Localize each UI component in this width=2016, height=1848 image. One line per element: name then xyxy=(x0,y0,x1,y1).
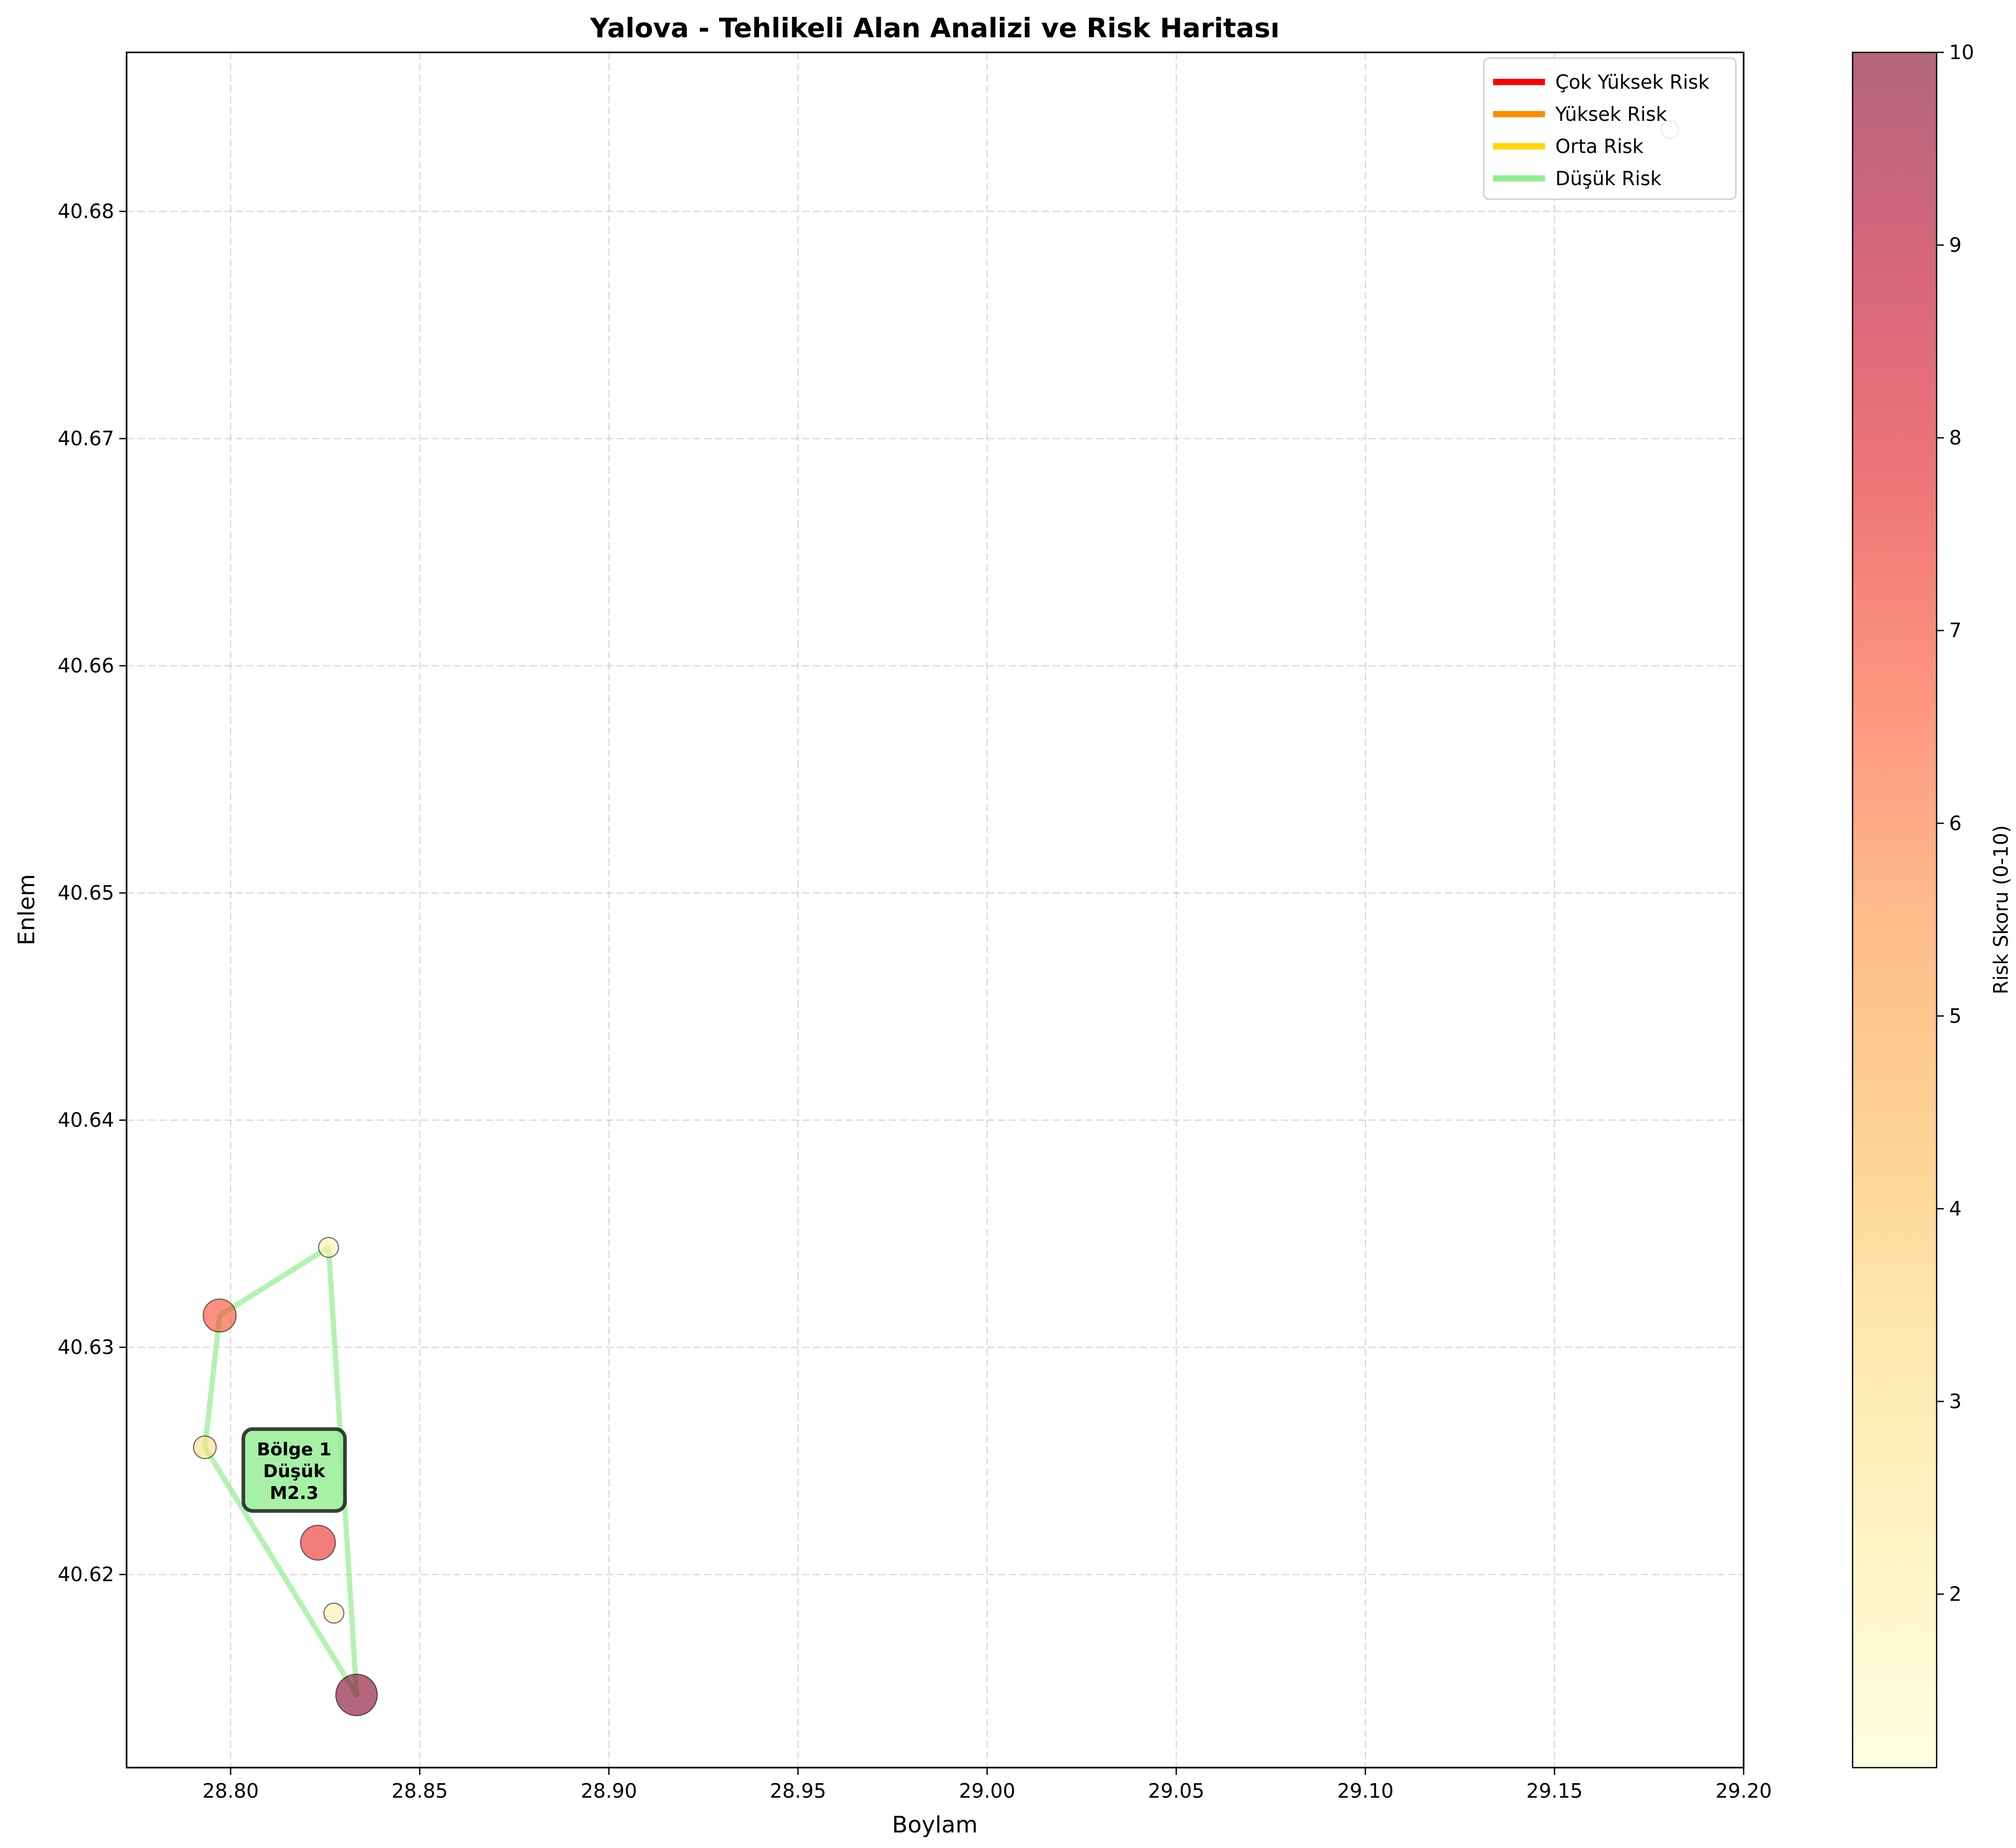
legend-label: Düşük Risk xyxy=(1555,168,1662,190)
y-tick-label: 40.65 xyxy=(58,882,114,905)
legend-label: Yüksek Risk xyxy=(1555,103,1667,126)
x-tick-label: 28.95 xyxy=(770,1780,826,1802)
x-axis-ticks: 28.80 28.85 28.90 28.95 29.00 29.05 29.10 29.15… xyxy=(202,1768,1772,1802)
risk-point xyxy=(193,1435,217,1460)
colorbar: 2 3 4 5 6 7 8 9 10 Risk Skoru (0-10) xyxy=(1852,41,2012,1769)
y-tick-label: 40.68 xyxy=(58,200,114,223)
y-axis-label: Enlem xyxy=(13,874,40,946)
annotation-layer: Bölge 1DüşükM2.3 xyxy=(241,1427,347,1513)
colorbar-tick-label: 4 xyxy=(1949,1197,1962,1220)
colorbar-tick-label: 2 xyxy=(1949,1583,1962,1606)
y-axis-ticks: 40.62 40.63 40.64 40.65 40.66 40.67 40.68 xyxy=(58,200,127,1586)
risk-point xyxy=(335,1673,378,1716)
colorbar-label: Risk Skoru (0-10) xyxy=(1990,825,2012,995)
x-tick-label: 28.90 xyxy=(581,1780,637,1802)
y-tick-label: 40.63 xyxy=(58,1336,114,1359)
x-tick-label: 29.00 xyxy=(959,1780,1015,1802)
y-tick-label: 40.64 xyxy=(58,1109,114,1132)
colorbar-tick-label: 6 xyxy=(1949,812,1962,835)
risk-point xyxy=(323,1602,344,1624)
risk-point xyxy=(318,1236,339,1258)
colorbar-tick-label: 7 xyxy=(1949,619,1962,642)
x-axis-label: Boylam xyxy=(892,1812,977,1838)
y-tick-label: 40.62 xyxy=(58,1563,114,1586)
point-layer xyxy=(193,120,1679,1716)
colorbar-tick-label: 9 xyxy=(1949,234,1962,257)
x-tick-label: 29.05 xyxy=(1148,1780,1205,1802)
colorbar-tick-label: 5 xyxy=(1949,1005,1962,1027)
colorbar-gradient xyxy=(1853,52,1937,1768)
legend-label: Orta Risk xyxy=(1555,135,1644,158)
grid xyxy=(127,52,1745,1768)
risk-point xyxy=(300,1524,336,1561)
x-tick-label: 29.20 xyxy=(1716,1780,1772,1802)
colorbar-tick-label: 10 xyxy=(1949,41,1974,64)
chart-title: Yalova - Tehlikeli Alan Analizi ve Risk … xyxy=(589,13,1279,44)
x-tick-label: 29.10 xyxy=(1337,1780,1393,1802)
legend-label: Çok Yüksek Risk xyxy=(1555,71,1709,93)
x-tick-label: 29.15 xyxy=(1526,1780,1583,1802)
x-tick-label: 28.85 xyxy=(392,1780,448,1802)
zone-annotation-line: Düşük xyxy=(263,1461,326,1482)
colorbar-tick-label: 8 xyxy=(1949,426,1962,449)
y-tick-label: 40.67 xyxy=(58,427,114,450)
legend: Çok Yüksek Risk Yüksek Risk Orta Risk Düşük… xyxy=(1483,57,1737,200)
zone-annotation-line: Bölge 1 xyxy=(257,1439,332,1460)
y-tick-label: 40.66 xyxy=(58,655,114,677)
colorbar-tick-label: 3 xyxy=(1949,1390,1962,1413)
risk-point xyxy=(202,1298,237,1333)
risk-map-chart: Yalova - Tehlikeli Alan Analizi ve Risk … xyxy=(13,13,2012,1838)
zone-annotation-line: M2.3 xyxy=(270,1483,319,1504)
x-tick-label: 28.80 xyxy=(202,1780,259,1802)
plot-frame xyxy=(126,51,1745,1769)
